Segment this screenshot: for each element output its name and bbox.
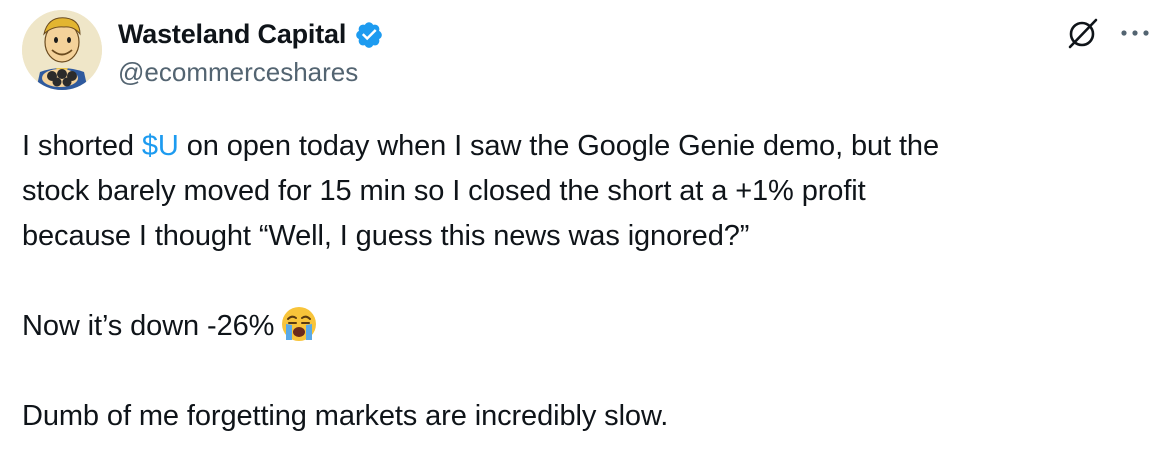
author-display-name[interactable]: Wasteland Capital (118, 17, 346, 51)
tweet-line-1: I shorted $U on open today when I saw th… (22, 124, 1152, 169)
tweet-line-4-text: Now it’s down -26% (22, 310, 275, 342)
more-dots-icon (1121, 30, 1149, 36)
crying-face-emoji (282, 307, 317, 341)
tweet-line-1-pre: I shorted (22, 130, 142, 162)
vault-boy-avatar-icon (22, 10, 102, 90)
tweet-line-5: Dumb of me forgetting markets are incred… (22, 400, 669, 432)
cashtag-link[interactable]: $U (142, 130, 179, 162)
paragraph-gap-2 (22, 349, 1152, 394)
more-options-button[interactable] (1116, 18, 1156, 48)
tweet-line-2: stock barely moved for 15 min so I close… (22, 175, 866, 207)
verified-badge-icon[interactable] (354, 20, 384, 50)
author-name-row: Wasteland Capital (118, 17, 384, 51)
grok-button[interactable] (1066, 16, 1100, 50)
author-handle[interactable]: @ecommerceshares (118, 55, 358, 89)
avatar[interactable] (22, 10, 102, 90)
tweet-line-1-post: on open today when I saw the Google Geni… (178, 130, 939, 162)
tweet-text: I shorted $U on open today when I saw th… (22, 124, 1152, 439)
tweet-line-4: Now it’s down -26% (22, 304, 1152, 349)
tweet-line-3: because I thought “Well, I guess this ne… (22, 220, 750, 252)
grok-slash-icon (1068, 18, 1098, 49)
